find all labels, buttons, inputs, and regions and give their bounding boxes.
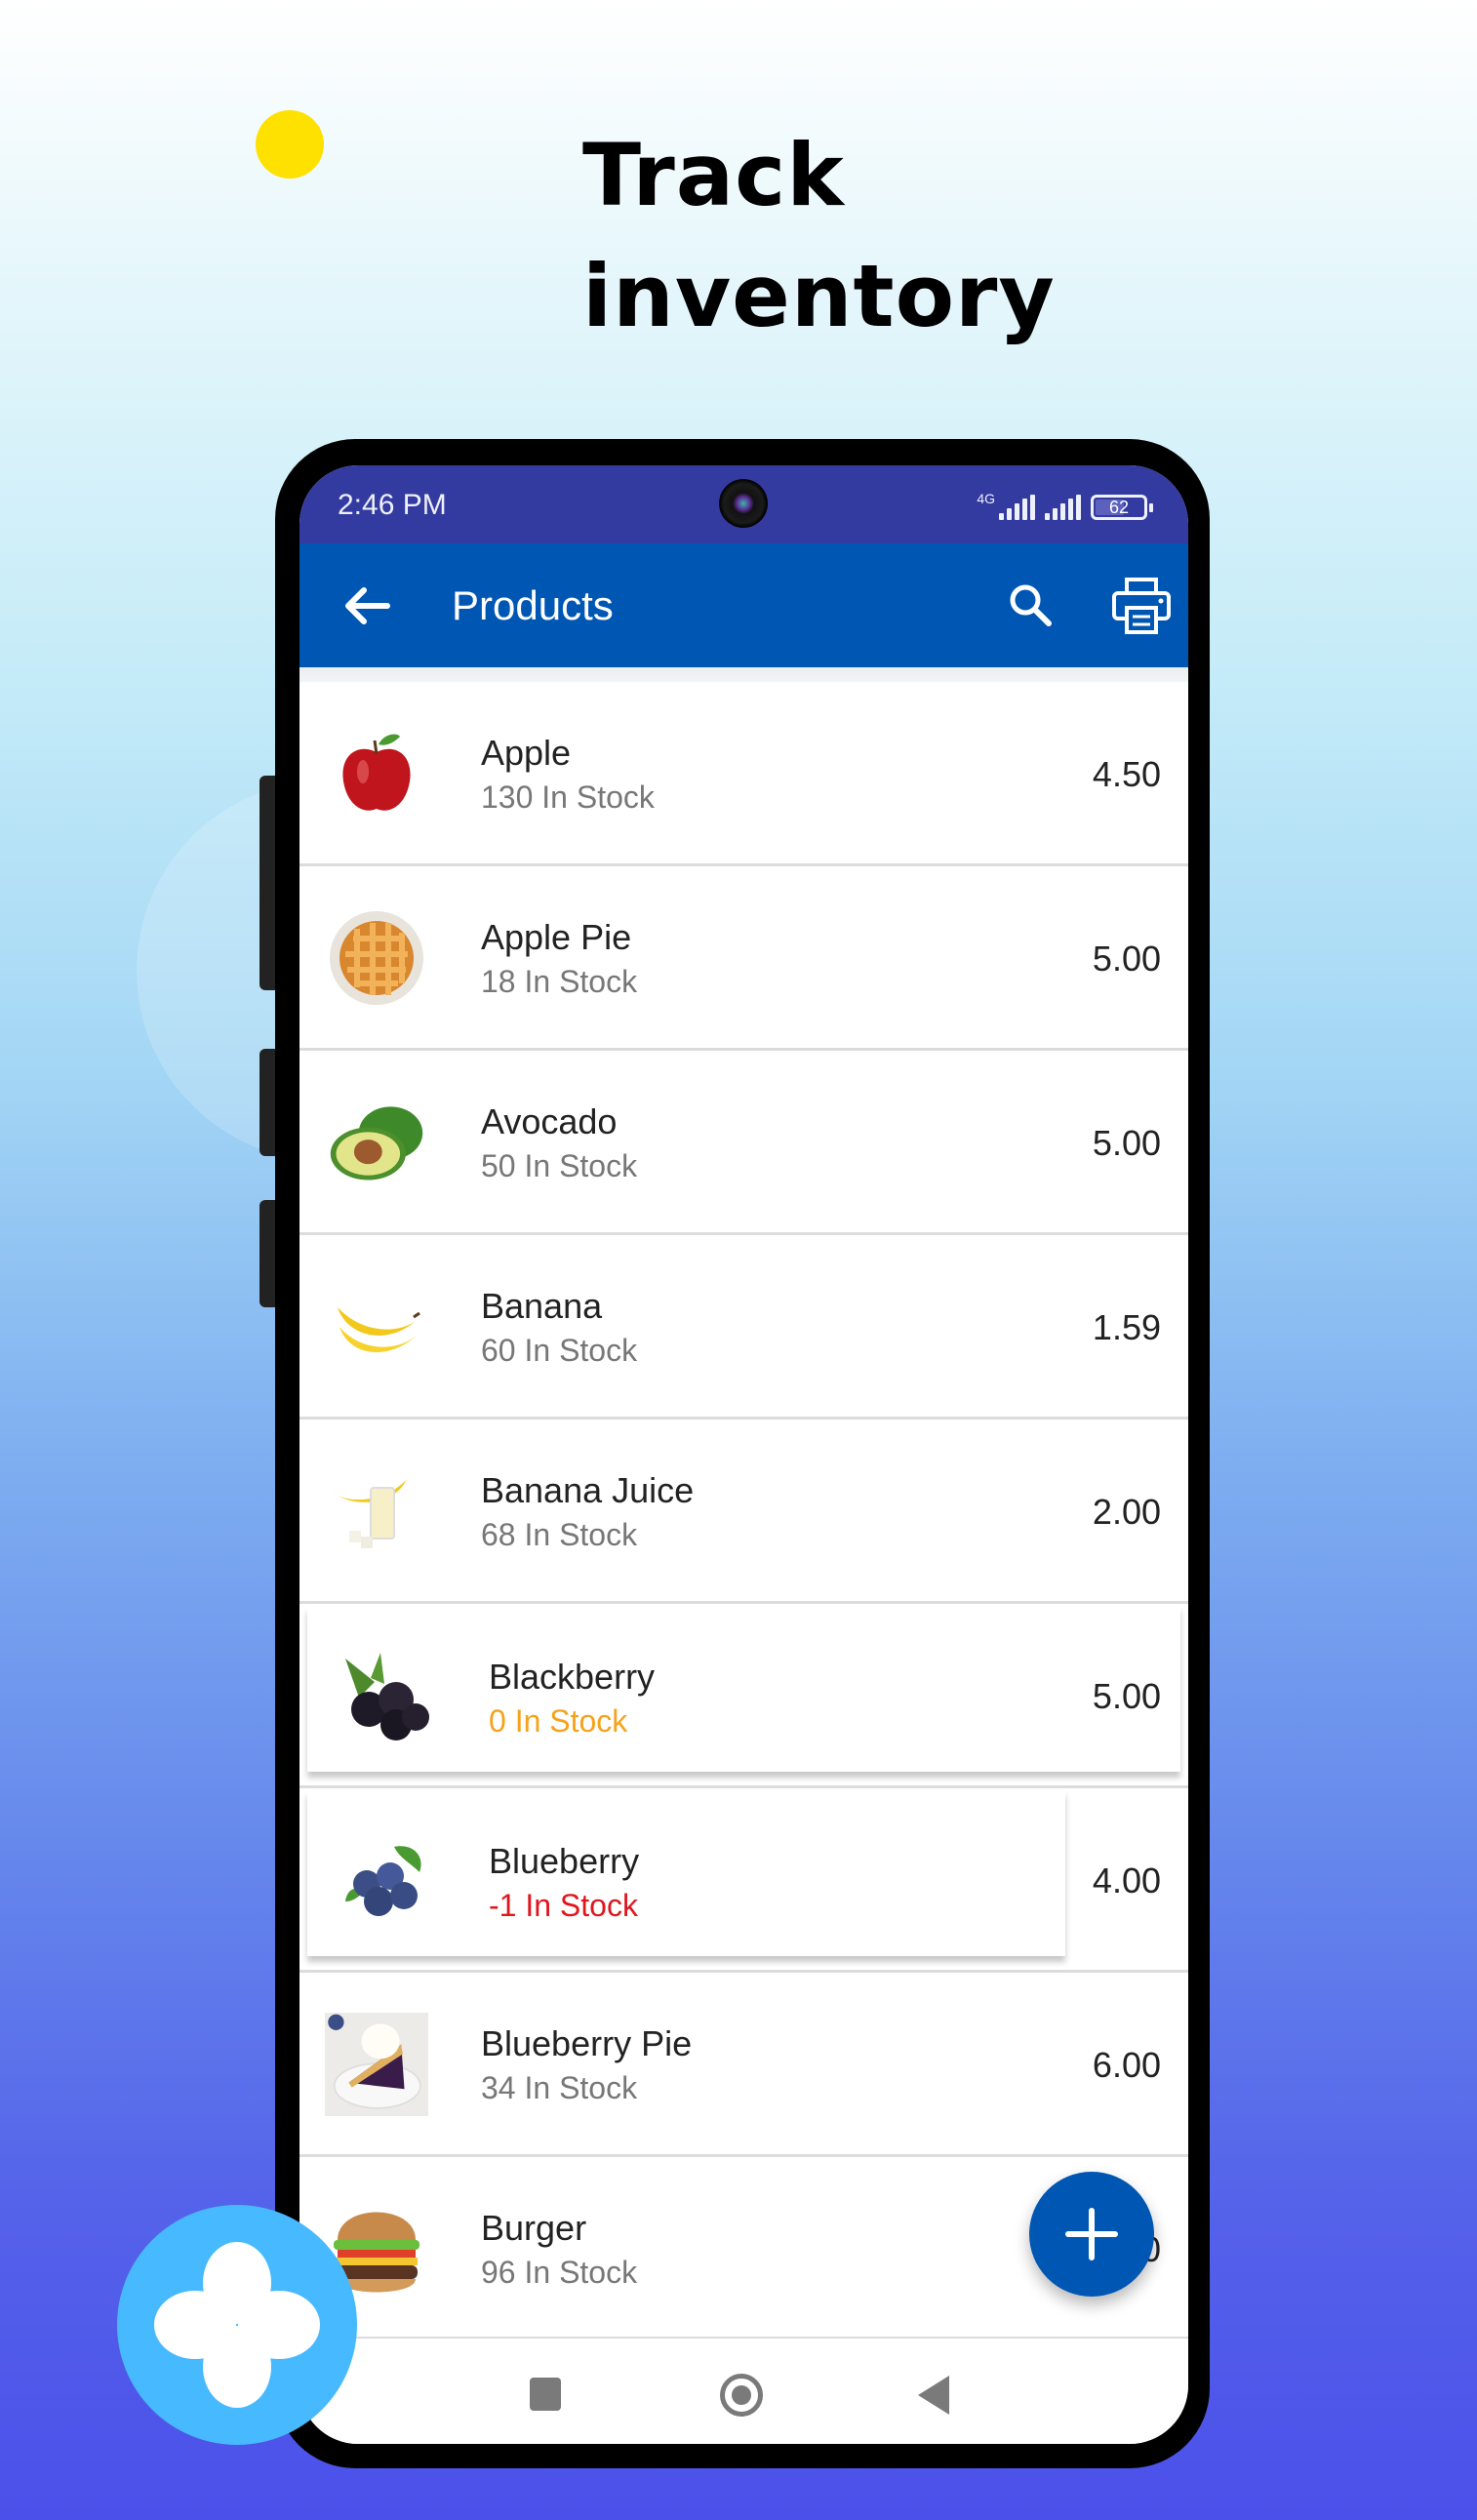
product-name: Blueberry Pie [481,2023,693,2063]
headline-line-2: inventory [582,246,1056,346]
product-row[interactable]: Apple Pie 18 In Stock 5.00 [299,866,1188,1051]
product-stock: 0 In Stock [489,1703,628,1739]
product-card: Apple Pie 18 In Stock [299,866,1188,1048]
product-card: Avocado 50 In Stock [299,1051,1188,1232]
product-row[interactable]: Banana 60 In Stock 1.59 [299,1235,1188,1420]
product-stock: 18 In Stock [481,964,638,999]
battery-percent-label: 62 [1108,497,1130,517]
product-thumbnail-apple [325,725,428,822]
product-price: 5.00 [1092,1123,1161,1163]
product-price: 4.00 [1092,1860,1161,1900]
system-nav-bar [299,2337,1188,2444]
product-card: Blueberry Pie 34 In Stock [299,1973,1188,2154]
product-card: Blueberry -1 In Stock [307,1790,1065,1956]
signal-icon [1045,495,1081,520]
product-price: 5.00 [1092,1676,1161,1716]
product-name: Banana Juice [481,1470,695,1510]
product-row[interactable]: Blackberry 0 In Stock 5.00 [299,1604,1188,1788]
product-thumbnail-avocado [325,1094,428,1191]
phone-volume-button-up [259,1049,275,1156]
print-button[interactable] [1111,577,1172,635]
product-name: Banana [481,1286,603,1326]
battery-tip [1149,503,1153,512]
product-row[interactable]: Avocado 50 In Stock 5.00 [299,1051,1188,1235]
status-bar: 2:46 PM 4G 62 [299,465,1188,543]
product-price: 1.59 [1092,1307,1161,1347]
product-stock: 34 In Stock [481,2070,638,2105]
product-row[interactable]: Blueberry Pie 34 In Stock 6.00 [299,1973,1188,2157]
brand-logo [117,2205,357,2445]
phone-screen: 2:46 PM 4G 62 Products Apple 130 In Stoc… [299,465,1188,2444]
product-stock: 96 In Stock [481,2255,638,2290]
back-triangle-icon[interactable] [918,2376,949,2415]
four-petal-logo-icon [154,2242,320,2408]
headline-line-1: Track [582,125,845,225]
product-card: Blackberry 0 In Stock [307,1606,1180,1772]
product-stock: -1 In Stock [489,1888,638,1923]
arrow-left-icon [345,587,390,624]
home-circle-icon[interactable] [720,2374,763,2417]
status-time: 2:46 PM [338,489,447,521]
product-name: Avocado [481,1101,618,1141]
product-thumbnail-banana [325,1278,428,1376]
headline-yellow-dot [256,110,324,179]
product-stock: 68 In Stock [481,1517,638,1552]
product-row[interactable]: Banana Juice 68 In Stock 2.00 [299,1420,1188,1604]
product-card: Apple 130 In Stock [299,682,1188,863]
phone-volume-button-down [259,1200,275,1307]
search-button[interactable] [1006,580,1057,631]
product-price: 5.00 [1092,939,1161,979]
headline: Track inventory [582,115,1056,357]
app-bar: Products [299,543,1188,667]
product-thumbnail-blackberry [333,1649,436,1746]
page-title: Products [452,582,614,628]
status-icons: 4G 62 [977,489,1153,520]
battery-icon: 62 [1091,495,1153,520]
product-name: Blueberry [489,1841,640,1881]
phone-side-button-top [259,776,275,990]
recents-square-icon[interactable] [530,2378,561,2411]
add-product-button[interactable] [1029,2172,1154,2297]
signal-icon [999,495,1035,520]
product-list: Apple 130 In Stock 4.50 Apple Pie 18 In Stoc… [299,682,1188,2341]
product-card: Banana Juice 68 In Stock [299,1420,1188,1601]
product-name: Apple [481,733,572,773]
product-stock: 50 In Stock [481,1148,638,1183]
product-thumbnail-blueberry [333,1833,436,1931]
product-price: 2.00 [1092,1492,1161,1532]
back-button[interactable] [339,582,397,629]
phone-frame: 2:46 PM 4G 62 Products Apple 130 In Stoc… [275,439,1210,2468]
product-stock: 130 In Stock [481,780,655,815]
printer-icon [1112,578,1171,634]
product-thumbnail-banana-juice [325,1462,428,1560]
product-name: Blackberry [489,1657,656,1697]
product-row[interactable]: Blueberry -1 In Stock 4.00 [299,1788,1188,1973]
product-thumbnail-apple-pie [325,909,428,1007]
list-top-divider [299,667,1188,682]
product-thumbnail-blueberry-pie [325,2013,428,2116]
plus-icon [1065,2208,1118,2260]
product-price: 6.00 [1092,2045,1161,2085]
product-card: Banana 60 In Stock [299,1235,1188,1417]
search-icon [1010,584,1052,626]
product-name: Apple Pie [481,917,632,957]
product-name: Burger [481,2208,587,2248]
front-camera [719,479,768,528]
product-stock: 60 In Stock [481,1333,638,1368]
product-row[interactable]: Apple 130 In Stock 4.50 [299,682,1188,866]
product-price: 4.50 [1092,754,1161,794]
network-type-label: 4G [977,491,995,506]
